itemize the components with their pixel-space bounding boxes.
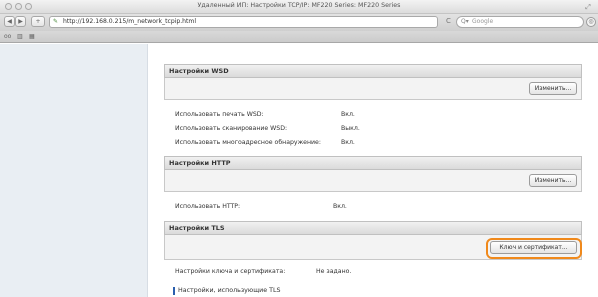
tls-button-bar: Ключ и сертификат... (164, 235, 582, 260)
back-button[interactable]: ◀ (4, 16, 15, 27)
bookmarks-grid-icon[interactable]: ▦ (29, 33, 35, 41)
top-sites-icon[interactable]: ▥ (17, 33, 23, 41)
site-favicon-icon: ✎ (53, 18, 59, 25)
address-bar[interactable]: ✎ http://192.168.0.215/m_network_tcpip.h… (49, 16, 438, 28)
wsd-edit-button[interactable]: Изменить... (529, 82, 577, 95)
tls-key-cert-value: Не задано. (316, 268, 352, 275)
window-title: Удаленный ИП: Настройки TCP/IP: MF220 Se… (197, 2, 401, 9)
fullscreen-icon[interactable]: ⤢ (584, 3, 592, 11)
forward-button[interactable]: ▶ (15, 16, 26, 27)
tls-usage-subheading: Настройки, использующие TLS (173, 287, 280, 295)
wsd-print-value: Вкл. (341, 111, 355, 118)
page-sidebar (0, 44, 148, 297)
http-use-value: Вкл. (333, 203, 347, 210)
add-bookmark-button[interactable]: + (31, 16, 45, 27)
wsd-section-header: Настройки WSD (164, 64, 582, 78)
search-icon: Q▾ (461, 18, 469, 25)
http-section-header: Настройки HTTP (164, 156, 582, 170)
wsd-multicast-label: Использовать многоадресное обнаружение: (175, 139, 321, 146)
downloads-icon[interactable]: ◎ (586, 17, 596, 27)
search-field[interactable]: Q▾ Google (456, 16, 584, 28)
window-title-bar: Удаленный ИП: Настройки TCP/IP: MF220 Se… (0, 0, 598, 14)
bookmarks-bar: oo ▥ ▦ (0, 31, 598, 43)
wsd-button-bar: Изменить... (164, 78, 582, 100)
wsd-print-label: Использовать печать WSD: (175, 111, 264, 118)
tls-key-cert-label: Настройки ключа и сертификата: (175, 268, 286, 275)
wsd-scan-value: Выкл. (341, 125, 360, 132)
tls-section-header: Настройки TLS (164, 221, 582, 235)
http-edit-button[interactable]: Изменить... (529, 174, 577, 187)
address-url: http://192.168.0.215/m_network_tcpip.htm… (63, 18, 197, 25)
reading-list-icon[interactable]: oo (4, 33, 11, 41)
tls-key-certificate-button[interactable]: Ключ и сертификат... (490, 241, 577, 254)
http-button-bar: Изменить... (164, 170, 582, 192)
browser-toolbar: ◀ ▶ + ✎ http://192.168.0.215/m_network_t… (0, 14, 598, 31)
search-placeholder: Google (472, 18, 494, 25)
wsd-scan-label: Использовать сканирование WSD: (175, 125, 288, 132)
http-use-label: Использовать HTTP: (175, 203, 241, 210)
reload-icon[interactable]: C (446, 17, 451, 26)
wsd-multicast-value: Вкл. (341, 139, 355, 146)
